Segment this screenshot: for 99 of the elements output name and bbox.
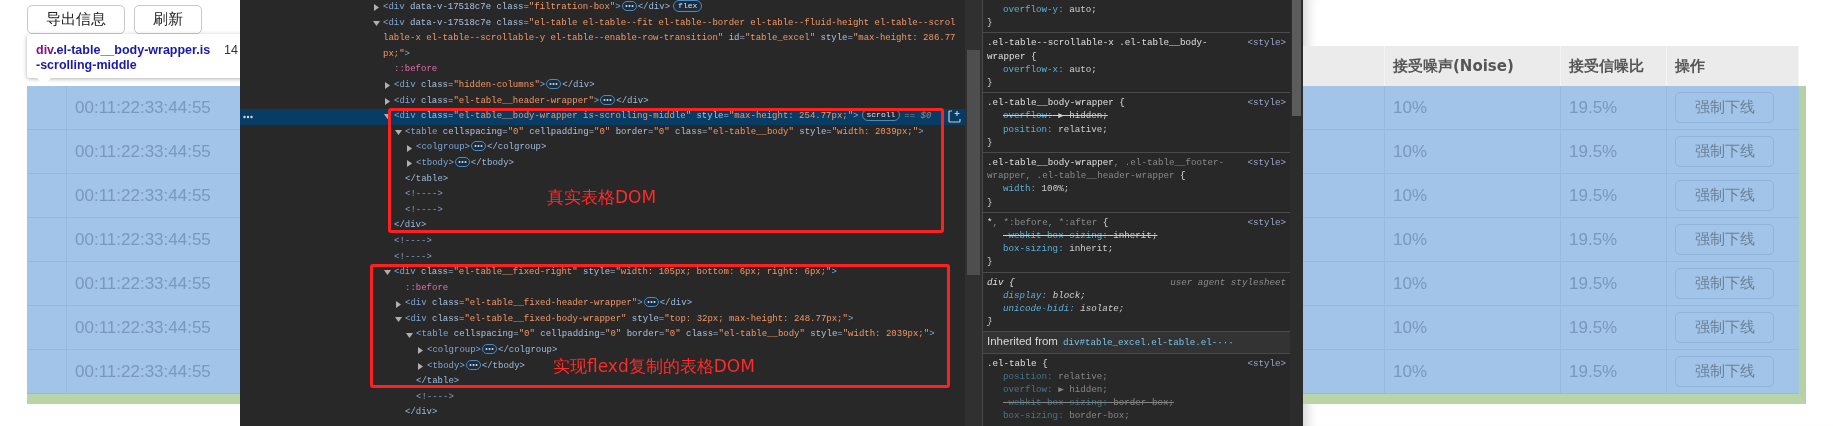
ellipsis-icon[interactable] — [471, 141, 486, 152]
ellipsis-icon[interactable] — [600, 94, 616, 105]
dom-tag-text[interactable]: <div data-v-17518c7e class="el-table el-table--fit el-table--border el-table--fluid-height el-table--scrollable-x el-table--scrollable-y el-table--enable-row-transition" id="table_excel" style="max-height: 286.77px;"> — [383, 15, 957, 63]
page-button[interactable]: 刷新 — [134, 5, 202, 34]
ellipsis-icon[interactable] — [482, 344, 497, 355]
closing-tag-text: </table> — [405, 172, 449, 186]
inherited-element-link[interactable]: div#table_excel.el-table.el-··· — [1062, 336, 1234, 350]
console-reference: == $0 — [904, 111, 932, 122]
tooltip-size: 14 — [224, 43, 238, 58]
css-declaration[interactable]: box-sizing: border-box; — [987, 409, 1286, 423]
tooltip-selector: div.el-table__body-wrapper.is-scrolling-middle — [36, 43, 212, 73]
pseudo-element-text[interactable]: ::before — [394, 62, 438, 78]
layout-badge[interactable]: flex — [673, 0, 703, 12]
dom-tag-text[interactable]: <tbody> — [416, 155, 454, 172]
css-selector: div { — [987, 275, 1016, 289]
ellipsis-icon[interactable] — [454, 156, 470, 167]
style-source-link[interactable]: <style> — [1247, 36, 1286, 50]
css-declaration[interactable]: -webkit-box-sizing: inherit; — [987, 229, 1286, 243]
collapse-arrow-icon[interactable] — [406, 331, 413, 339]
ellipsis-icon[interactable] — [621, 1, 637, 11]
ellipsis-icon[interactable] — [546, 78, 562, 89]
css-declaration[interactable]: overflow: ▶ hidden; — [987, 109, 1286, 123]
comment-node-text[interactable]: <!----> — [405, 202, 443, 219]
scrollbar-thumb[interactable] — [967, 50, 980, 275]
ellipsis-icon[interactable] — [643, 297, 659, 308]
dom-tag-text[interactable]: <div class="hidden-columns"> — [394, 77, 546, 94]
inherited-from-label: Inherited from — [987, 335, 1058, 349]
more-icon[interactable] — [243, 115, 253, 120]
closing-brace: } — [987, 255, 994, 269]
dom-tag-text[interactable]: <div class="el-table__fixed-body-wrapper" style="top: 32px; max-height: 248.77px;"> — [405, 311, 854, 328]
comment-node-text[interactable]: <!----> — [405, 187, 443, 203]
dom-tag-text[interactable]: <div data-v-17518c7e class="filtration-box"> — [383, 0, 621, 16]
page-button[interactable]: 导出信息 — [27, 5, 125, 34]
closing-tag-text: </div> — [394, 219, 427, 233]
closing-tag-text: </tbody> — [481, 360, 526, 371]
ellipsis-icon[interactable] — [465, 359, 481, 370]
dom-tag-text[interactable]: <colgroup> — [416, 140, 470, 156]
css-declaration[interactable]: box-sizing: inherit; — [987, 242, 1286, 256]
style-source-link[interactable]: <style> — [1247, 156, 1286, 170]
closing-tag-text: </colgroup> — [487, 142, 547, 153]
expand-arrow-icon[interactable] — [373, 4, 380, 12]
expand-arrow-icon[interactable] — [406, 160, 413, 168]
closing-brace: } — [987, 76, 994, 90]
expand-arrow-icon[interactable] — [406, 144, 413, 152]
expand-arrow-icon[interactable] — [395, 300, 402, 308]
css-declaration[interactable]: width: 100%; — [987, 182, 1286, 196]
style-source-link[interactable]: <style> — [1247, 356, 1286, 370]
css-selector: .el-table__body-wrapper, .el-table__footer-wrapper, .el-table__header-wrapper { — [987, 156, 1226, 183]
comment-node-text[interactable]: <!----> — [416, 389, 454, 406]
expand-arrow-icon[interactable] — [384, 97, 391, 105]
expand-arrow-icon[interactable] — [417, 347, 424, 355]
css-selector: .el-table__body-wrapper { — [987, 96, 1126, 110]
css-declaration[interactable]: overflow: ▶ hidden; — [987, 383, 1286, 397]
css-declaration[interactable]: position: relative; — [987, 369, 1286, 384]
dom-tag-text[interactable]: <table cellspacing="0" cellpadding="0" border="0" class="el-table__body" style="width: 2039px;"> — [416, 327, 935, 344]
pseudo-element-text[interactable]: ::before — [405, 280, 449, 297]
closing-tag-text: </div> — [659, 298, 693, 309]
closing-brace: } — [987, 315, 994, 329]
closing-brace: } — [987, 195, 994, 209]
collapse-arrow-icon[interactable] — [395, 316, 402, 324]
closing-tag-text: </colgroup> — [498, 345, 558, 356]
css-declaration[interactable]: -webkit-box-sizing: border-box; — [987, 396, 1286, 410]
closing-tag-text: </div> — [562, 79, 595, 90]
collapse-arrow-icon[interactable] — [384, 113, 391, 121]
scrollbar-thumb[interactable] — [1292, 0, 1301, 116]
comment-node-text[interactable]: <!----> — [394, 249, 432, 266]
closing-tag-text: </div> — [405, 406, 438, 420]
css-selector: .el-table { — [987, 356, 1049, 370]
expand-arrow-icon[interactable] — [417, 362, 424, 370]
css-selector: *, *:before, *:after { — [987, 215, 1110, 230]
collapse-arrow-icon[interactable] — [395, 129, 402, 137]
annotation-label: 实现flexd复制的表格DOM — [553, 355, 755, 378]
annotation-label: 真实表格DOM — [547, 186, 657, 209]
closing-tag-text: </table> — [416, 375, 460, 389]
css-declaration[interactable]: position: relative; — [987, 122, 1286, 136]
expand-arrow-icon[interactable] — [384, 82, 391, 90]
comment-node-text[interactable]: <!----> — [394, 233, 432, 250]
css-declaration[interactable]: display: block; — [987, 288, 1286, 303]
dom-tag-text[interactable]: <div class="el-table__fixed-right" style="width: 105px; bottom: 6px; right: 6px;"> — [394, 265, 837, 281]
css-declaration[interactable]: unicode-bidi: isolate; — [987, 302, 1286, 316]
dom-tag-text[interactable]: <div class="el-table__header-wrapper"> — [394, 93, 600, 110]
dom-tag-text[interactable]: <div class="el-table__body-wrapper is-scrolling-middle" style="max-height: 254.77px;"> — [394, 109, 859, 125]
closing-brace: } — [987, 16, 994, 30]
css-selector: .el-table--scrollable-x .el-table__body-wrapper { — [987, 36, 1209, 63]
closing-tag-text: </tbody> — [470, 157, 515, 168]
css-declaration[interactable]: overflow-x: auto; — [987, 62, 1286, 76]
style-source-link[interactable]: <style> — [1247, 96, 1286, 110]
dom-tag-text[interactable]: <table cellspacing="0" cellpadding="0" border="0" class="el-table__body" style="width: 2039px;"> — [405, 124, 924, 141]
dom-tag-text[interactable]: <tbody> — [427, 358, 465, 375]
collapse-arrow-icon[interactable] — [373, 19, 380, 27]
css-declaration[interactable]: overflow-y: auto; — [987, 3, 1286, 17]
dom-tag-text[interactable]: <div class="el-table__fixed-header-wrapper"> — [405, 296, 643, 312]
add-bracket-icon[interactable] — [948, 110, 961, 124]
closing-tag-text: </div> — [637, 2, 671, 12]
collapse-arrow-icon[interactable] — [384, 269, 391, 277]
style-source-link[interactable]: <style> — [1247, 215, 1286, 230]
closing-brace: } — [987, 135, 994, 150]
closing-tag-text: </div> — [616, 95, 649, 106]
dom-tag-text[interactable]: <colgroup> — [427, 343, 481, 359]
